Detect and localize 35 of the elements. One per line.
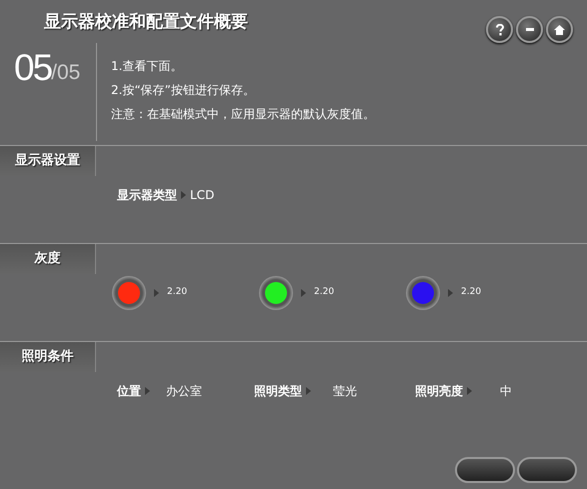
instruction-text: 2.按“保存”按钮进行保存。: [111, 82, 256, 99]
section-title: 灰度: [34, 250, 60, 268]
save-button[interactable]: [517, 457, 577, 483]
field-label: 位置: [117, 383, 141, 400]
section-title: 显示器设置: [15, 152, 80, 170]
field-label: 显示器类型: [117, 187, 177, 204]
arrow-icon: [448, 289, 453, 297]
home-icon: [554, 24, 565, 34]
field-value: 中: [499, 383, 513, 400]
step-number: 05: [14, 49, 52, 86]
arrow-icon: [181, 191, 186, 199]
step-total: /05: [51, 62, 80, 83]
instruction-text: 1.查看下面。: [111, 58, 184, 75]
minimize-button[interactable]: [516, 16, 543, 43]
arrow-icon: [301, 289, 306, 297]
back-button[interactable]: [455, 457, 515, 483]
page-title: 显示器校准和配置文件概要: [44, 11, 248, 34]
arrow-icon: [154, 289, 159, 297]
instruction-text: 注意：在基础模式中，应用显示器的默认灰度值。: [111, 106, 375, 123]
minimize-icon: [526, 28, 534, 31]
home-button[interactable]: [546, 16, 573, 43]
question-icon: [496, 24, 504, 36]
arrow-icon: [306, 387, 311, 395]
gamma-value: 2.20: [461, 286, 482, 300]
gamma-value: 2.20: [167, 286, 188, 300]
field-label: 照明亮度: [415, 383, 463, 400]
help-button[interactable]: [486, 16, 513, 43]
arrow-icon: [145, 387, 150, 395]
gamma-value: 2.20: [314, 286, 334, 300]
field-value: 办公室: [165, 383, 203, 400]
arrow-icon: [467, 387, 472, 395]
section-title: 照明条件: [22, 348, 74, 366]
field-value: 莹光: [332, 383, 358, 400]
field-value: LCD: [190, 187, 214, 204]
field-label: 照明类型: [254, 383, 302, 400]
